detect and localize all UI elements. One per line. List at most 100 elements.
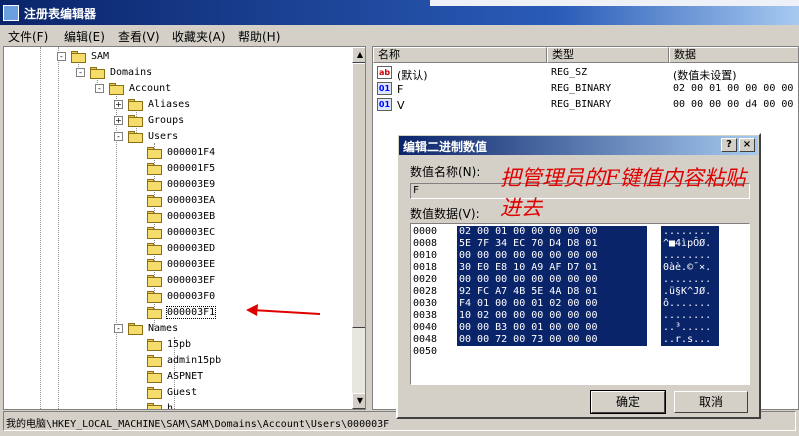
- collapse-icon[interactable]: -: [114, 324, 123, 333]
- hex-ascii[interactable]: ........: [661, 226, 719, 238]
- close-button[interactable]: ×: [739, 138, 755, 152]
- hex-bytes[interactable]: 00 00 00 00 00 00 00 00: [457, 274, 647, 286]
- folder-icon: [128, 99, 144, 111]
- hex-offset: 0000: [413, 226, 438, 237]
- tree-scrollbar[interactable]: ▲ ▼: [352, 47, 365, 409]
- hex-ascii[interactable]: ........: [661, 274, 719, 286]
- hex-offset: 0030: [413, 298, 438, 309]
- hex-offset: 0008: [413, 238, 438, 249]
- collapse-icon[interactable]: -: [57, 52, 66, 61]
- tree-node-label: 000001F5: [167, 163, 216, 174]
- folder-icon: [147, 307, 163, 319]
- hex-ascii[interactable]: ^■4ìpÔØ.: [661, 238, 719, 250]
- scroll-thumb[interactable]: [352, 63, 365, 328]
- hex-bytes[interactable]: 00 00 72 00 73 00 00 00: [457, 334, 647, 346]
- hex-ascii[interactable]: ........: [661, 250, 719, 262]
- collapse-icon[interactable]: -: [76, 68, 85, 77]
- tree-node-label: admin15pb: [167, 355, 222, 366]
- hex-row: 0008 5E 7F 34 EC 70 D4 D8 01 ^■4ìpÔØ.: [411, 238, 749, 250]
- folder-icon: [147, 339, 163, 351]
- scroll-down-button[interactable]: ▼: [352, 393, 365, 409]
- folder-icon: [147, 275, 163, 287]
- hex-offset: 0028: [413, 286, 438, 297]
- tree-node-label: 000003EF: [167, 275, 216, 286]
- hex-row: 0018 30 E0 E8 10 A9 AF D7 01 0àè.©¯×.: [411, 262, 749, 274]
- value-row[interactable]: 01 V REG_BINARY 00 00 00 00 d4 00 00 00 …: [373, 97, 798, 113]
- value-data: 02 00 01 00 00 00 00 00 5: [673, 83, 798, 94]
- cancel-button[interactable]: 取消: [674, 391, 748, 413]
- hex-offset: 0010: [413, 250, 438, 261]
- tree-node-label: h...: [167, 403, 192, 410]
- menu-view[interactable]: 查看(V): [118, 28, 160, 45]
- hex-bytes[interactable]: 10 02 00 00 00 00 00 00: [457, 310, 647, 322]
- hex-bytes[interactable]: 30 E0 E8 10 A9 AF D7 01: [457, 262, 647, 274]
- hex-bytes[interactable]: 00 00 B3 00 01 00 00 00: [457, 322, 647, 334]
- string-value-icon: ab: [377, 66, 392, 79]
- folder-icon: [147, 291, 163, 303]
- value-row[interactable]: 01 F REG_BINARY 02 00 01 00 00 00 00 00 …: [373, 81, 798, 97]
- tree-node-label: 000003ED: [167, 243, 216, 254]
- value-data-label: 数值数据(V):: [410, 207, 480, 221]
- folder-icon: [109, 83, 125, 95]
- status-path: 我的电脑\HKEY_LOCAL_MACHINE\SAM\SAM\Domains\…: [6, 419, 390, 430]
- column-header-name[interactable]: 名称: [373, 47, 547, 63]
- menu-favorites[interactable]: 收藏夹(A): [172, 28, 226, 45]
- folder-icon: [128, 115, 144, 127]
- expand-icon[interactable]: +: [114, 100, 123, 109]
- tree-node-label: 000003F1: [165, 306, 217, 319]
- hex-ascii[interactable]: ô.......: [661, 298, 719, 310]
- hex-row: 0040 00 00 B3 00 01 00 00 00 ..³.....: [411, 322, 749, 334]
- folder-icon: [147, 355, 163, 367]
- hex-row: 0000 02 00 01 00 00 00 00 00........: [411, 226, 749, 238]
- tree-node-label: ASPNET: [167, 371, 204, 382]
- folder-icon: [128, 323, 144, 335]
- menu-help[interactable]: 帮助(H): [238, 28, 280, 45]
- hex-offset: 0040: [413, 322, 438, 333]
- menu-edit[interactable]: 编辑(E): [64, 28, 105, 45]
- value-row[interactable]: ab (默认) REG_SZ (数值未设置): [373, 65, 798, 82]
- folder-icon: [147, 243, 163, 255]
- hex-bytes[interactable]: 00 00 00 00 00 00 00 00: [457, 250, 647, 262]
- hex-bytes[interactable]: F4 01 00 00 01 02 00 00: [457, 298, 647, 310]
- value-name: F: [397, 83, 404, 96]
- hex-ascii[interactable]: 0àè.©¯×.: [661, 262, 719, 274]
- hex-bytes[interactable]: 92 FC A7 4B 5E 4A D8 01: [457, 286, 647, 298]
- red-arrow-icon: [246, 304, 321, 316]
- hex-row: 0038 10 02 00 00 00 00 00 00........: [411, 310, 749, 322]
- ok-button[interactable]: 确定: [590, 390, 666, 414]
- collapse-icon[interactable]: -: [95, 84, 104, 93]
- hex-offset: 0050: [413, 346, 438, 357]
- hex-bytes[interactable]: 02 00 01 00 00 00 00 00: [457, 226, 647, 238]
- hex-ascii[interactable]: ..³.....: [661, 322, 719, 334]
- folder-icon: [147, 371, 163, 383]
- dialog-title-bar: 编辑二进制数值 ? ×: [399, 136, 758, 155]
- hex-row: 0050: [411, 346, 749, 358]
- scroll-up-button[interactable]: ▲: [352, 47, 365, 63]
- menu-file[interactable]: 文件(F): [8, 28, 48, 45]
- tree-node-label: Account: [129, 83, 172, 94]
- column-header-type[interactable]: 类型: [547, 47, 669, 63]
- tree-node-label: Aliases: [148, 99, 191, 110]
- tree-node-label: 000001F4: [167, 147, 216, 158]
- tree-node-label: 15pb: [167, 339, 192, 350]
- hex-offset: 0048: [413, 334, 438, 345]
- folder-icon: [147, 259, 163, 271]
- hex-editor[interactable]: 0000 02 00 01 00 00 00 00 00........ 0008 5…: [410, 223, 750, 385]
- collapse-icon[interactable]: -: [114, 132, 123, 141]
- hex-row: 0020 00 00 00 00 00 00 00 00........: [411, 274, 749, 286]
- help-button[interactable]: ?: [721, 138, 737, 152]
- hex-ascii[interactable]: .ü§K^JØ.: [661, 286, 719, 298]
- value-type: REG_BINARY: [551, 99, 612, 110]
- tree-node-label: Domains: [110, 67, 153, 78]
- registry-tree[interactable]: - SAM - Domains - Account + Aliases + Groups - User…: [3, 46, 366, 410]
- hex-ascii[interactable]: ..r.s...: [661, 334, 719, 346]
- title-bar: 注册表编辑器: [0, 0, 799, 25]
- hex-bytes[interactable]: 5E 7F 34 EC 70 D4 D8 01: [457, 238, 647, 250]
- column-header-data[interactable]: 数据: [669, 47, 798, 63]
- tree-node-label: 000003EA: [167, 195, 216, 206]
- folder-icon: [147, 163, 163, 175]
- hex-ascii[interactable]: ........: [661, 310, 719, 322]
- folder-icon: [147, 179, 163, 191]
- hex-row: 0030 F4 01 00 00 01 02 00 00 ô.......: [411, 298, 749, 310]
- expand-icon[interactable]: +: [114, 116, 123, 125]
